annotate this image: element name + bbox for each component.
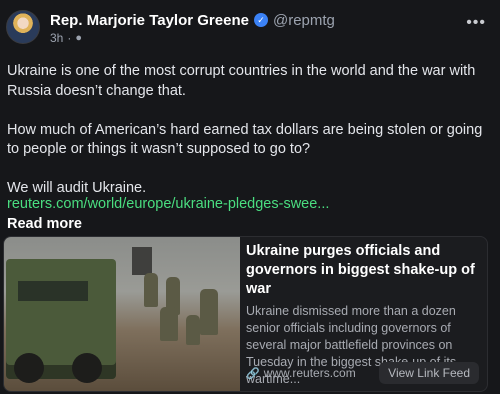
verified-badge-icon: ✓ [253,13,268,27]
soldier [200,289,218,335]
more-icon[interactable]: ••• [466,14,486,32]
soldier [144,273,158,307]
author-handle[interactable]: @repmtg [273,12,335,29]
name-row: Rep. Marjorie Taylor Greene ✓ @repmtg [50,10,335,30]
view-link-feed-button[interactable]: View Link Feed [379,362,479,384]
author-name[interactable]: Rep. Marjorie Taylor Greene [50,12,249,29]
post-meta-row: 3h · ● [50,31,335,45]
background-truck [132,247,152,275]
post-link[interactable]: reuters.com/world/europe/ukraine-pledges… [7,196,329,212]
card-source: 🔗 www.reuters.com [246,366,356,380]
card-image [4,237,240,391]
globe-icon: ● [75,32,83,44]
card-footer: 🔗 www.reuters.com View Link Feed [246,362,479,384]
post: Rep. Marjorie Taylor Greene ✓ @repmtg 3h… [0,0,500,394]
read-more-button[interactable]: Read more [7,216,82,232]
post-body: Ukraine is one of the most corrupt count… [7,62,493,199]
soldier [186,315,200,345]
post-time[interactable]: 3h [50,31,63,45]
post-paragraph: How much of American’s hard earned tax d… [7,121,483,158]
link-preview-card[interactable]: Ukraine purges officials and governors i… [3,236,488,392]
soldier [160,307,178,341]
armored-vehicle [6,259,116,383]
source-domain: www.reuters.com [263,366,356,380]
post-header: Rep. Marjorie Taylor Greene ✓ @repmtg 3h… [6,10,335,45]
post-paragraph: Ukraine is one of the most corrupt count… [7,63,476,99]
card-title[interactable]: Ukraine purges officials and governors i… [246,242,482,299]
link-icon: 🔗 [246,367,260,380]
author-meta: Rep. Marjorie Taylor Greene ✓ @repmtg 3h… [50,10,335,46]
avatar[interactable] [6,10,40,44]
meta-separator: · [67,31,72,45]
